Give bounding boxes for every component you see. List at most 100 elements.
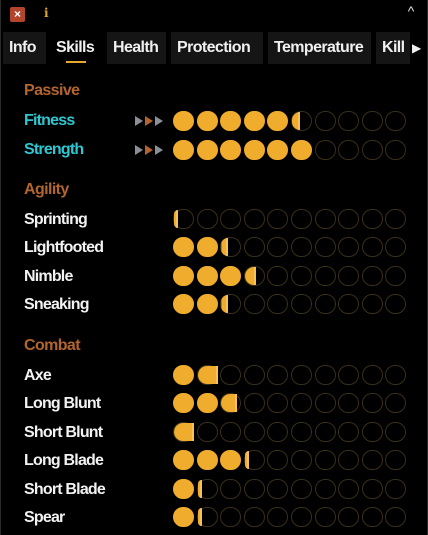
skill-pip-fitness: [314, 111, 336, 131]
skill-bar-long-blade: [173, 450, 411, 472]
skill-pip-long-blade: [314, 450, 336, 470]
skill-name-axe: Axe: [24, 367, 52, 384]
skill-pip-sprinting: [196, 209, 218, 229]
skill-bar-short-blunt: [173, 422, 411, 444]
skill-pip-sneaking: [338, 294, 360, 314]
skill-pip-long-blunt: [267, 393, 289, 413]
skill-pip-short-blunt: [314, 422, 336, 442]
tab-temperature[interactable]: Temperature: [268, 32, 371, 64]
skill-pip-axe: [220, 365, 242, 385]
skill-pip-long-blunt: [220, 393, 242, 413]
skill-pip-long-blade: [196, 450, 218, 470]
skill-pip-sprinting: [267, 209, 289, 229]
skill-bar-short-blade: [173, 479, 411, 501]
skill-pip-nimble: [243, 266, 265, 286]
collapse-icon[interactable]: ^: [404, 4, 418, 18]
tab-info[interactable]: Info: [3, 32, 46, 64]
tab-health[interactable]: Health: [107, 32, 166, 64]
skill-pip-short-blade: [220, 479, 242, 499]
tab-bar: Info Skills Health Protection Temperatur…: [1, 30, 427, 66]
skill-pip-long-blade: [291, 450, 312, 470]
close-button[interactable]: ×: [10, 7, 25, 22]
skill-pip-long-blunt: [173, 393, 194, 413]
skill-pip-axe: [385, 365, 407, 385]
skill-pip-spear: [267, 507, 289, 527]
skill-pip-long-blade: [243, 450, 265, 470]
skill-name-lightfooted: Lightfooted: [24, 239, 104, 256]
section-title-passive: Passive: [24, 82, 80, 99]
skill-pip-long-blunt: [243, 393, 265, 413]
skill-name-short-blade: Short Blade: [24, 481, 106, 498]
skill-pip-short-blade: [196, 479, 218, 499]
skill-pip-fitness: [220, 111, 242, 131]
tab-protection[interactable]: Protection: [171, 32, 263, 64]
skill-name-long-blunt: Long Blunt: [24, 395, 101, 412]
skill-bar-axe: [173, 365, 411, 387]
skill-pip-long-blunt: [338, 393, 360, 413]
skill-pip-spear: [243, 507, 265, 527]
skill-pip-sprinting: [291, 209, 312, 229]
skill-pip-long-blunt: [291, 393, 312, 413]
skill-pip-strength: [220, 140, 242, 160]
skill-pip-sneaking: [385, 294, 407, 314]
section-title-agility: Agility: [24, 181, 69, 198]
skill-bar-nimble: [173, 266, 411, 288]
skill-pip-sneaking: [196, 294, 218, 314]
skill-pip-long-blunt: [361, 393, 383, 413]
skill-pip-nimble: [385, 266, 407, 286]
skill-pip-long-blunt: [385, 393, 407, 413]
skill-pip-long-blade: [385, 450, 407, 470]
skill-pip-long-blade: [338, 450, 360, 470]
skill-pip-spear: [385, 507, 407, 527]
skill-pip-sneaking: [291, 294, 312, 314]
skill-pip-nimble: [291, 266, 312, 286]
skill-pip-sprinting: [338, 209, 360, 229]
skill-pip-nimble: [314, 266, 336, 286]
skill-pip-strength: [173, 140, 194, 160]
skill-pip-long-blade: [361, 450, 383, 470]
skill-pip-nimble: [196, 266, 218, 286]
skill-pip-short-blade: [291, 479, 312, 499]
section-title-combat: Combat: [24, 337, 81, 354]
skill-bar-strength: [173, 140, 411, 162]
skill-pip-lightfooted: [291, 237, 312, 257]
skill-pip-lightfooted: [220, 237, 242, 257]
skill-pip-axe: [361, 365, 383, 385]
skills-window: × i ^ Info Skills Health Protection Temp…: [0, 0, 428, 535]
skill-pip-nimble: [338, 266, 360, 286]
skill-pip-sneaking: [267, 294, 289, 314]
skill-name-fitness: Fitness: [24, 112, 75, 129]
skill-pip-sprinting: [314, 209, 336, 229]
skill-name-long-blade: Long Blade: [24, 452, 104, 469]
info-icon[interactable]: i: [44, 6, 52, 20]
skill-pip-axe: [267, 365, 289, 385]
tab-kill[interactable]: Kill: [376, 32, 410, 64]
skill-name-strength: Strength: [24, 141, 84, 158]
skill-pip-sneaking: [243, 294, 265, 314]
skill-pip-strength: [338, 140, 360, 160]
skill-pip-strength: [243, 140, 265, 160]
skill-bar-sneaking: [173, 294, 411, 316]
skill-pip-fitness: [267, 111, 289, 131]
skill-pip-short-blade: [173, 479, 194, 499]
tab-skills[interactable]: Skills: [50, 32, 102, 64]
tab-scroll-right-icon[interactable]: ▶: [412, 40, 424, 56]
skill-pip-fitness: [196, 111, 218, 131]
skill-pip-fitness: [385, 111, 407, 131]
skill-pip-sprinting: [243, 209, 265, 229]
skill-pip-lightfooted: [243, 237, 265, 257]
skill-bar-sprinting: [173, 209, 411, 231]
skill-pip-fitness: [338, 111, 360, 131]
skill-pip-short-blade: [385, 479, 407, 499]
skill-pip-nimble: [267, 266, 289, 286]
skill-pip-axe: [291, 365, 312, 385]
skill-bar-long-blunt: [173, 393, 411, 415]
skill-pip-lightfooted: [338, 237, 360, 257]
skill-pip-sprinting: [385, 209, 407, 229]
skill-name-sprinting: Sprinting: [24, 211, 88, 228]
skill-pip-sneaking: [173, 294, 194, 314]
skill-pip-fitness: [243, 111, 265, 131]
skill-pip-strength: [361, 140, 383, 160]
skill-pip-spear: [196, 507, 218, 527]
skill-pip-short-blade: [338, 479, 360, 499]
